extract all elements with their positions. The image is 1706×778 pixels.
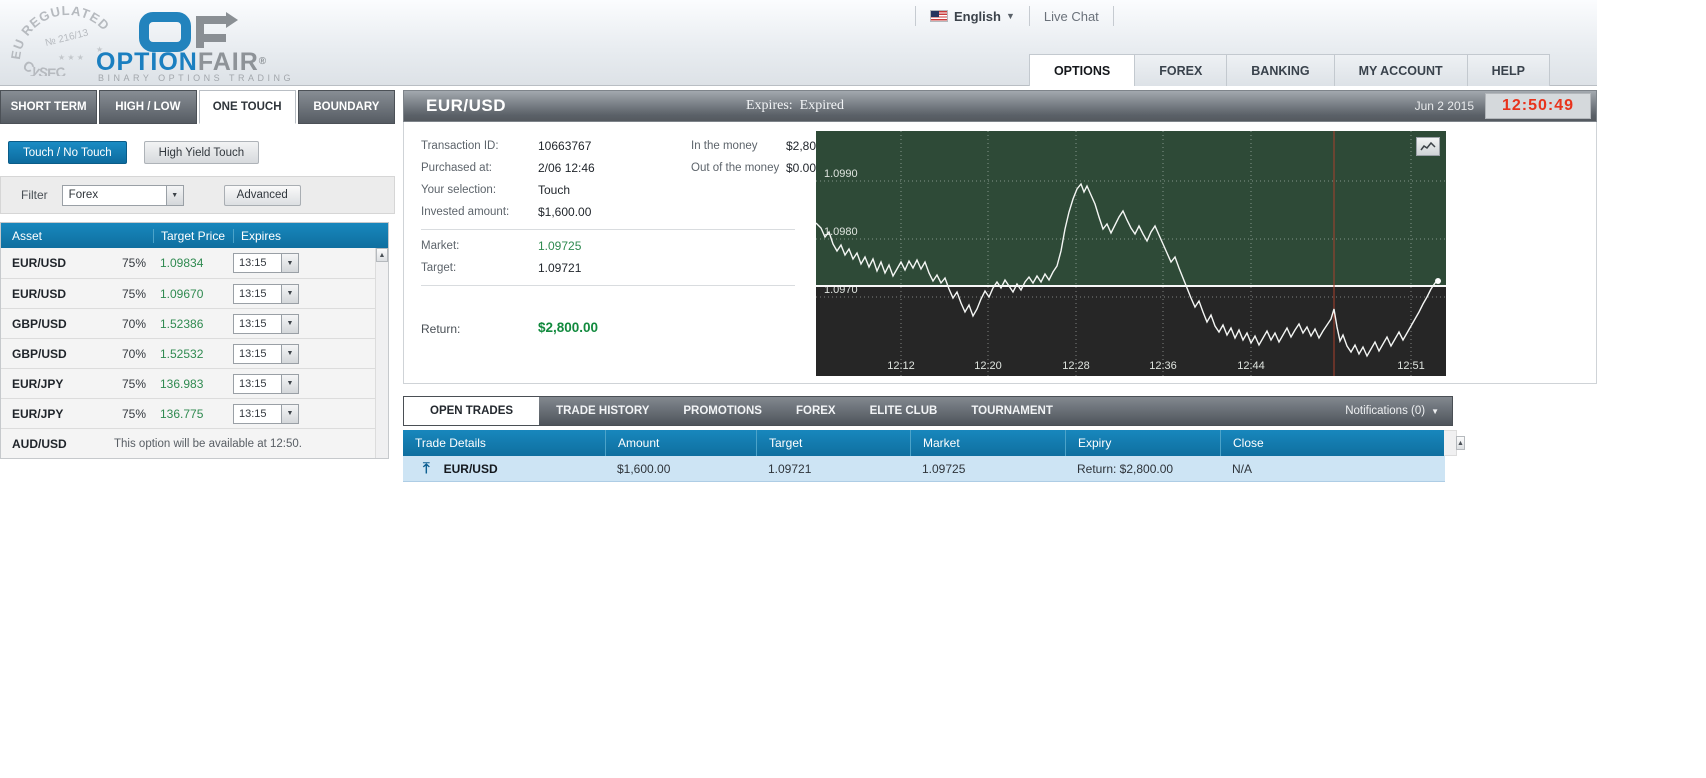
svg-text:1.0990: 1.0990 [824, 168, 858, 180]
expires-status: Expires: Expired [746, 98, 844, 113]
line-chart-icon [1420, 141, 1436, 151]
svg-text:12:51: 12:51 [1397, 360, 1425, 372]
asset-table-body: EUR/USD 75% 1.09834 13:15 ▼ EUR/USD 75% 1… [1, 248, 388, 458]
nav-tab-forex[interactable]: FOREX [1135, 54, 1228, 86]
trading-sidebar: SHORT TERM HIGH / LOW ONE TOUCH BOUNDARY… [0, 90, 395, 459]
nav-tab-options[interactable]: OPTIONS [1028, 54, 1136, 86]
open-trades-table: Trade Details Amount Target Market Expir… [403, 430, 1465, 482]
expiry-select[interactable]: 13:15 ▼ [233, 403, 299, 424]
us-flag-icon [930, 10, 948, 22]
chevron-down-icon[interactable]: ▼ [281, 404, 298, 423]
asset-row[interactable]: EUR/JPY 75% 136.775 13:15 ▼ [1, 398, 388, 428]
server-clock: 12:50:49 [1501, 97, 1575, 114]
tab-elite-club[interactable]: ELITE CLUB [853, 397, 955, 425]
language-selector[interactable]: English ▼ [915, 6, 1030, 26]
nav-tab-help[interactable]: HELP [1467, 54, 1550, 86]
nav-tab-banking[interactable]: BANKING [1227, 54, 1335, 86]
tab-forex[interactable]: FOREX [779, 397, 853, 425]
clock-box: 12:50:49 [1485, 93, 1591, 119]
asset-row[interactable]: GBP/USD 70% 1.52532 13:15 ▼ [1, 338, 388, 368]
touch-mode-row: Touch / No Touch High Yield Touch [0, 124, 395, 172]
utility-bar: English ▼ Live Chat [915, 4, 1114, 28]
filter-panel: Filter Forex ▼ Advanced [0, 176, 395, 214]
high-yield-touch-button[interactable]: High Yield Touch [143, 141, 260, 164]
trade-detail-panel: Transaction ID: 10663767 In the money $2… [403, 122, 1597, 384]
brand-name: OPTIONFAIR® [96, 48, 268, 76]
live-chat-link[interactable]: Live Chat [1030, 6, 1114, 26]
svg-text:12:36: 12:36 [1149, 360, 1177, 372]
open-trade-row[interactable]: ⤒ EUR/USD $1,600.00 1.09721 1.09725 Retur… [403, 456, 1445, 482]
svg-text:12:28: 12:28 [1062, 360, 1090, 372]
tab-boundary[interactable]: BOUNDARY [297, 90, 395, 124]
trade-title-bar: EUR/USD Expires: Expired Jun 2 2015 12:5… [403, 90, 1597, 122]
expiry-select[interactable]: 13:15 ▼ [233, 373, 299, 394]
optionfair-app: EU REGULATED № 216/13 CySEC ★ ★ ★ ★ OPTI… [0, 0, 1706, 778]
notifications-dropdown[interactable]: Notifications (0) ▼ [1345, 397, 1452, 425]
tab-tournament[interactable]: TOURNAMENT [954, 397, 1070, 425]
divider [421, 285, 795, 286]
advanced-button[interactable]: Advanced [223, 184, 301, 206]
optionfair-logo: EU REGULATED № 216/13 CySEC ★ ★ ★ ★ OPTI… [6, 2, 306, 84]
divider [421, 229, 795, 230]
asset-row[interactable]: EUR/USD 75% 1.09670 13:15 ▼ [1, 278, 388, 308]
trades-scrollbar[interactable]: ▲ [1444, 430, 1465, 456]
scroll-up-icon[interactable]: ▲ [1456, 436, 1465, 450]
asset-row[interactable]: GBP/USD 70% 1.52386 13:15 ▼ [1, 308, 388, 338]
expiry-select[interactable]: 13:15 ▼ [233, 313, 299, 334]
chevron-down-icon: ▼ [1005, 11, 1015, 21]
pair-title: EUR/USD [426, 96, 507, 115]
main-nav: OPTIONS FOREX BANKING MY ACCOUNT HELP [1028, 54, 1550, 86]
touch-up-icon: ⤒ [423, 460, 430, 477]
chevron-down-icon[interactable]: ▼ [281, 314, 298, 333]
price-chart-canvas: 12:12 12:20 12:28 12:36 12:44 12:511.09901.09… [815, 131, 1446, 376]
nav-tab-my-account[interactable]: MY ACCOUNT [1334, 54, 1468, 86]
tab-trade-history[interactable]: TRADE HISTORY [539, 397, 666, 425]
asset-table-scrollbar[interactable]: ▲ [375, 248, 388, 458]
filter-select[interactable]: Forex ▼ [61, 184, 184, 206]
brand-tagline: BINARY OPTIONS TRADING [98, 73, 295, 83]
expiry-select[interactable]: 13:15 ▼ [233, 283, 299, 304]
chart-type-button[interactable] [1416, 137, 1440, 156]
tab-short-term[interactable]: SHORT TERM [0, 90, 98, 124]
open-trades-header: Trade Details Amount Target Market Expir… [403, 430, 1465, 456]
option-type-tabs: SHORT TERM HIGH / LOW ONE TOUCH BOUNDARY [0, 90, 395, 124]
chevron-down-icon[interactable]: ▼ [281, 344, 298, 363]
tab-one-touch[interactable]: ONE TOUCH [198, 90, 296, 124]
tab-promotions[interactable]: PROMOTIONS [666, 397, 779, 425]
svg-text:12:44: 12:44 [1237, 360, 1265, 372]
chevron-down-icon[interactable]: ▼ [281, 374, 298, 393]
chevron-down-icon[interactable]: ▼ [165, 185, 183, 205]
scroll-up-icon[interactable]: ▲ [376, 248, 388, 262]
svg-text:★ ★ ★: ★ ★ ★ [58, 53, 84, 62]
chevron-down-icon: ▼ [1431, 406, 1439, 416]
top-header: EU REGULATED № 216/13 CySEC ★ ★ ★ ★ OPTI… [0, 0, 1597, 86]
price-chart: 12:12 12:20 12:28 12:36 12:44 12:51 1.0990 1.09… [815, 131, 1446, 376]
svg-text:12:12: 12:12 [887, 360, 915, 372]
asset-row-unavailable: AUD/USD This option will be available at… [1, 428, 388, 458]
tab-high-low[interactable]: HIGH / LOW [99, 90, 197, 124]
expiry-select[interactable]: 13:15 ▼ [233, 343, 299, 364]
tab-open-trades[interactable]: OPEN TRADES [404, 397, 540, 425]
chevron-down-icon[interactable]: ▼ [281, 284, 298, 303]
of-logo-icon [139, 12, 238, 52]
expiry-select[interactable]: 13:15 ▼ [233, 253, 299, 273]
asset-row[interactable]: EUR/JPY 75% 136.983 13:15 ▼ [1, 368, 388, 398]
asset-table-header: Asset Target Price Expires [1, 223, 388, 248]
svg-text:№ 216/13: № 216/13 [44, 27, 90, 48]
chevron-down-icon[interactable]: ▼ [281, 254, 298, 272]
svg-text:12:20: 12:20 [974, 360, 1002, 372]
asset-table: Asset Target Price Expires EUR/USD 75% 1… [0, 222, 389, 459]
touch-no-touch-button[interactable]: Touch / No Touch [8, 141, 127, 164]
asset-row[interactable]: EUR/USD 75% 1.09834 13:15 ▼ [1, 248, 388, 278]
date-label: Jun 2 2015 [1414, 99, 1474, 113]
bottom-tab-bar: OPEN TRADES TRADE HISTORY PROMOTIONS FOR… [403, 396, 1453, 426]
